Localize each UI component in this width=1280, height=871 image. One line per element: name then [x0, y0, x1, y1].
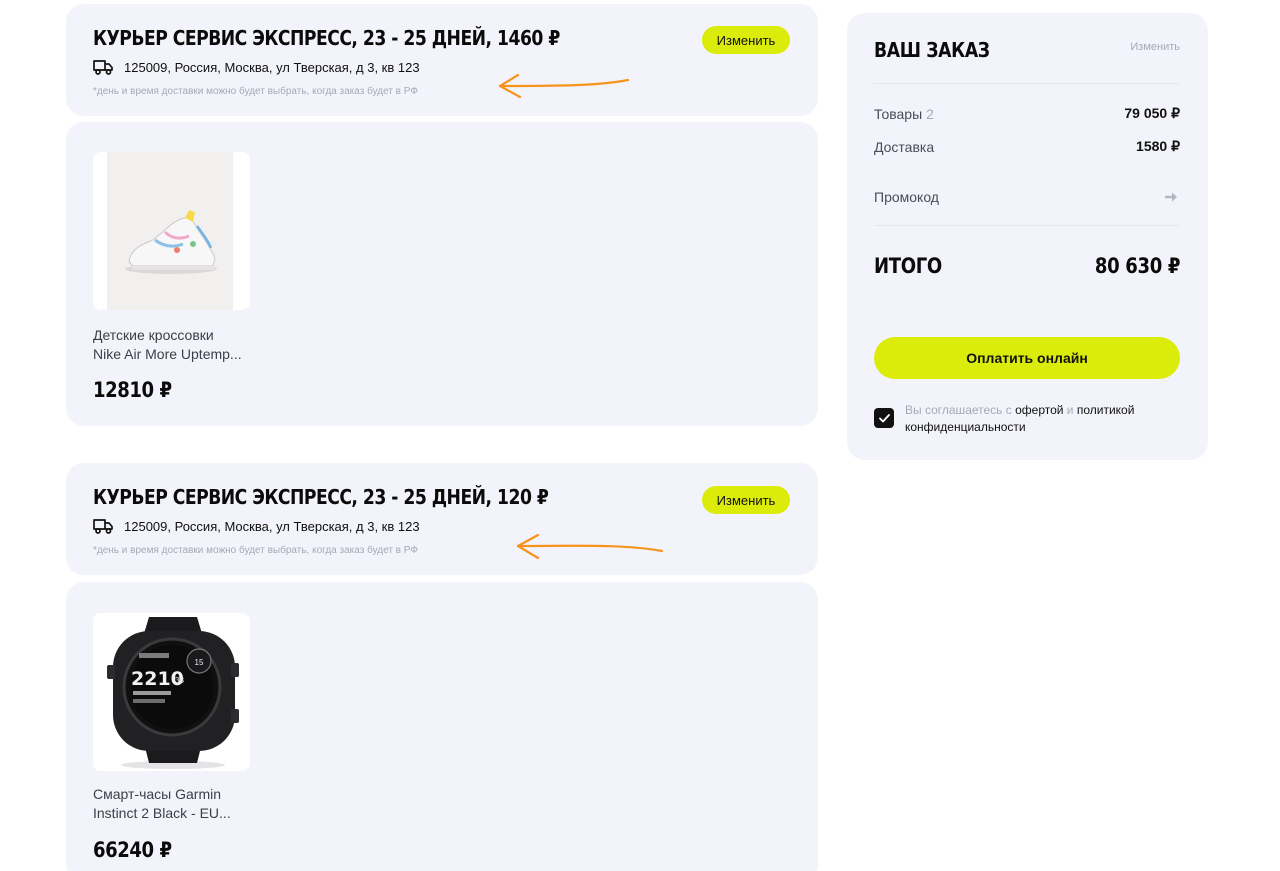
goods-row: Товары 2 79 050 ₽: [874, 105, 1180, 122]
promo-label: Промокод: [874, 189, 939, 205]
agree-prefix: Вы соглашаетесь с: [905, 403, 1016, 417]
shipment-title: КУРЬЕР СЕРВИС ЭКСПРЕСС, 23 - 25 ДНЕЙ, 12…: [93, 485, 549, 509]
order-summary: ВАШ ЗАКАЗ Изменить Товары 2 79 050 ₽ Дост…: [847, 13, 1208, 460]
product-price: 66240 ₽: [93, 838, 172, 862]
divider: [874, 225, 1180, 226]
product-name-line-1: Смарт-часы Garmin: [93, 786, 222, 802]
delivery-value: 1580 ₽: [1136, 138, 1180, 154]
address-text: 125009, Россия, Москва, ул Тверская, д 3…: [124, 518, 420, 534]
smartwatch-image: 15 2210 38: [93, 613, 250, 771]
shipment-header-card: КУРЬЕР СЕРВИС ЭКСПРЕСС, 23 - 25 ДНЕЙ, 14…: [66, 4, 818, 116]
agreement: Вы соглашаетесь с офертой и политикой ко…: [874, 402, 1180, 436]
goods-label-wrap: Товары 2: [874, 106, 934, 122]
arrow-right-icon[interactable]: [1165, 191, 1179, 203]
change-delivery-button[interactable]: Изменить: [702, 26, 790, 54]
total-row: ИТОГО 80 630 ₽: [874, 254, 1180, 278]
product-name[interactable]: Смарт-часы Garmin Instinct 2 Black - EU.…: [93, 785, 263, 823]
product-price: 12810 ₽: [93, 378, 172, 402]
offer-link[interactable]: офертой: [1015, 403, 1063, 417]
annotation-arrow-icon: [498, 73, 630, 99]
annotation-arrow-icon: [516, 533, 664, 560]
watch-side-top: 15: [195, 658, 204, 667]
address-text: 125009, Россия, Москва, ул Тверская, д 3…: [124, 59, 420, 75]
product-card: Детские кроссовки Nike Air More Uptemp..…: [66, 122, 818, 426]
product-image[interactable]: 15 2210 38: [93, 613, 250, 771]
agree-and: и: [1063, 403, 1077, 417]
delivery-address: 125009, Россия, Москва, ул Тверская, д 3…: [93, 59, 420, 75]
summary-title: ВАШ ЗАКАЗ: [874, 38, 990, 62]
product-name[interactable]: Детские кроссовки Nike Air More Uptemp..…: [93, 326, 263, 364]
summary-edit-link[interactable]: Изменить: [1130, 41, 1180, 53]
agree-checkbox[interactable]: [874, 408, 894, 428]
divider: [874, 83, 1180, 84]
shipment-header-card: КУРЬЕР СЕРВИС ЭКСПРЕСС, 23 - 25 ДНЕЙ, 12…: [66, 463, 818, 575]
goods-count: 2: [926, 105, 934, 122]
delivery-address: 125009, Россия, Москва, ул Тверская, д 3…: [93, 518, 420, 534]
agreement-text: Вы соглашаетесь с офертой и политикой ко…: [905, 402, 1180, 436]
goods-label: Товары: [874, 105, 923, 122]
product-name-line-1: Детские кроссовки: [93, 327, 214, 343]
sneaker-image: [93, 152, 250, 310]
shipment-title: КУРЬЕР СЕРВИС ЭКСПРЕСС, 23 - 25 ДНЕЙ, 14…: [93, 26, 560, 50]
product-card: 15 2210 38 Смарт-часы Garmin Instinct 2 …: [66, 582, 818, 871]
truck-icon: [93, 60, 113, 75]
truck-icon: [93, 519, 113, 534]
goods-value: 79 050 ₽: [1124, 105, 1180, 121]
delivery-note: *день и время доставки можно будет выбра…: [93, 545, 418, 556]
delivery-label: Доставка: [874, 138, 935, 155]
checkmark-icon: [878, 413, 890, 422]
product-image[interactable]: [93, 152, 250, 310]
checkout-page: КУРЬЕР СЕРВИС ЭКСПРЕСС, 23 - 25 ДНЕЙ, 14…: [0, 0, 1280, 871]
product-name-line-2: Instinct 2 Black - EU...: [93, 805, 231, 821]
pay-online-button[interactable]: Оплатить онлайн: [874, 337, 1180, 379]
change-delivery-button[interactable]: Изменить: [702, 486, 790, 514]
product-name-line-2: Nike Air More Uptemp...: [93, 346, 242, 362]
total-value: 80 630 ₽: [1094, 254, 1181, 278]
watch-side-bottom: 38: [175, 676, 184, 685]
total-label: ИТОГО: [874, 254, 942, 278]
delivery-note: *день и время доставки можно будет выбра…: [93, 86, 418, 97]
promo-row[interactable]: Промокод: [874, 189, 1180, 205]
delivery-row: Доставка 1580 ₽: [874, 138, 1180, 155]
